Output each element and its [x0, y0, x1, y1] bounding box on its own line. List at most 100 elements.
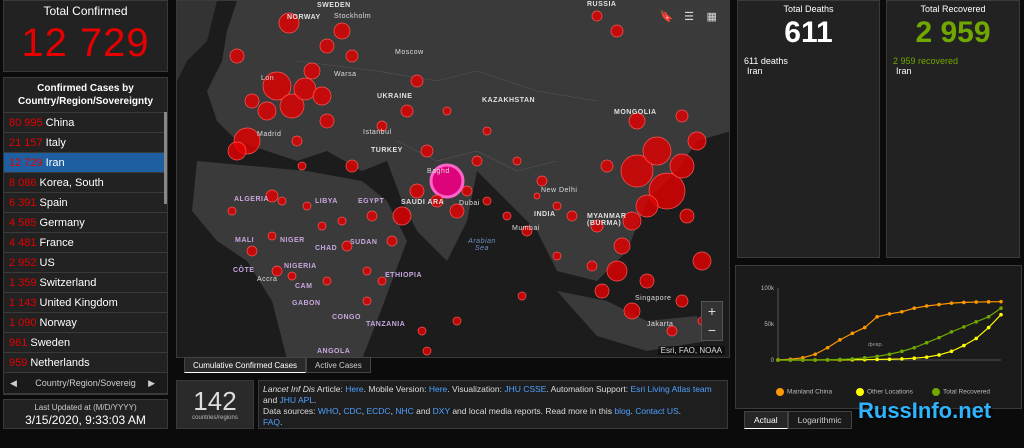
case-bubble[interactable]	[482, 196, 492, 206]
series-point[interactable]	[887, 312, 892, 316]
case-bubble[interactable]	[692, 251, 712, 271]
series-point[interactable]	[912, 356, 917, 360]
tab-country-region[interactable]: Country/Region/Sovereig	[35, 378, 136, 388]
series-point[interactable]	[974, 300, 979, 304]
case-bubble[interactable]	[337, 216, 347, 226]
bookmark-icon[interactable]: 🔖	[655, 6, 678, 28]
country-list-item[interactable]: 1 143 United Kingdom	[4, 292, 167, 312]
grid-icon[interactable]: ▦	[700, 6, 723, 28]
country-list-item[interactable]: 12 729 Iran	[4, 152, 167, 172]
series-point[interactable]	[900, 357, 904, 361]
case-bubble[interactable]	[536, 175, 548, 187]
case-bubble[interactable]	[452, 316, 462, 326]
series-point[interactable]	[937, 353, 941, 357]
series-point[interactable]	[813, 352, 817, 357]
country-list-item[interactable]: 4 585 Germany	[4, 212, 167, 232]
country-list-item[interactable]: 961 Sweden	[4, 332, 167, 352]
case-bubble[interactable]	[297, 161, 307, 171]
series-point[interactable]	[999, 312, 1003, 317]
case-bubble[interactable]	[613, 237, 631, 255]
zoom-in-button[interactable]: +	[702, 302, 722, 321]
case-bubble[interactable]	[586, 260, 598, 272]
case-bubble[interactable]	[502, 211, 512, 221]
case-bubble[interactable]	[461, 185, 473, 197]
case-bubble[interactable]	[675, 109, 689, 123]
country-list-item[interactable]: 8 086 Korea, South	[4, 172, 167, 192]
series-point[interactable]	[788, 358, 793, 362]
tab-active-cases[interactable]: Active Cases	[306, 357, 371, 373]
esri-link[interactable]: Esri Living Atlas team	[630, 384, 711, 394]
list-icon[interactable]: ☰	[678, 6, 701, 28]
series-point[interactable]	[875, 315, 879, 319]
case-bubble[interactable]	[552, 251, 562, 261]
case-bubble[interactable]	[635, 194, 659, 218]
case-bubble[interactable]	[244, 93, 260, 109]
case-bubble[interactable]	[267, 231, 277, 241]
prev-tab-icon[interactable]: ◀	[10, 373, 17, 393]
tab-logarithmic[interactable]: Logarithmic	[787, 411, 852, 429]
article-link[interactable]: Here	[345, 384, 363, 394]
mobile-link[interactable]: Here	[429, 384, 447, 394]
case-bubble[interactable]	[291, 135, 303, 147]
series-point[interactable]	[924, 355, 929, 359]
jhu-apl-link[interactable]: JHU APL	[280, 395, 315, 405]
series-point[interactable]	[838, 338, 842, 342]
series-point[interactable]	[850, 357, 855, 361]
case-bubble[interactable]	[410, 74, 424, 88]
case-bubble[interactable]	[227, 141, 247, 161]
series-point[interactable]	[986, 325, 991, 330]
map-view[interactable]: RUSSIA NORWAY SWEDEN Stockholm Moscow Wa…	[176, 0, 730, 358]
country-list-item[interactable]: 2 952 US	[4, 252, 167, 272]
case-bubble[interactable]	[319, 38, 335, 54]
case-bubble[interactable]	[392, 206, 412, 226]
case-bubble[interactable]	[482, 126, 492, 136]
case-bubble[interactable]	[317, 221, 327, 231]
country-list-item[interactable]: 21 157 Italy	[4, 132, 167, 152]
case-bubble[interactable]	[400, 104, 414, 118]
case-bubble[interactable]	[669, 153, 695, 179]
series-point[interactable]	[862, 356, 867, 360]
series-point[interactable]	[974, 336, 979, 341]
case-bubble[interactable]	[409, 183, 425, 199]
country-list-item[interactable]: 4 481 France	[4, 232, 167, 252]
who-link[interactable]: WHO	[318, 406, 339, 416]
case-bubble[interactable]	[345, 49, 359, 63]
series-point[interactable]	[937, 335, 941, 340]
case-bubble[interactable]	[533, 192, 541, 200]
series-point[interactable]	[999, 299, 1003, 304]
case-bubble[interactable]	[566, 210, 578, 222]
case-bubble[interactable]	[322, 276, 332, 286]
series-point[interactable]	[924, 340, 929, 345]
country-list-item[interactable]: 1 359 Switzerland	[4, 272, 167, 292]
series-point[interactable]	[949, 301, 954, 305]
case-bubble[interactable]	[623, 302, 641, 320]
case-bubble[interactable]	[277, 196, 287, 206]
case-bubble[interactable]	[679, 208, 695, 224]
series-point[interactable]	[813, 358, 817, 362]
blog-link[interactable]: blog	[614, 406, 630, 416]
series-point[interactable]	[962, 343, 966, 348]
series-point[interactable]	[887, 352, 892, 357]
case-bubble[interactable]	[417, 326, 427, 336]
case-bubble[interactable]	[271, 265, 283, 277]
country-list-item[interactable]: 959 Netherlands	[4, 352, 167, 372]
country-list-item[interactable]: 1 090 Norway	[4, 312, 167, 332]
country-list-item[interactable]: 80 995 China	[4, 112, 167, 132]
case-bubble[interactable]	[345, 159, 359, 173]
case-bubble[interactable]	[227, 206, 237, 216]
faq-link[interactable]: FAQ	[263, 417, 280, 427]
case-bubble[interactable]	[675, 294, 689, 308]
series-point[interactable]	[949, 349, 954, 354]
series-point[interactable]	[776, 358, 780, 362]
case-bubble[interactable]	[362, 296, 372, 306]
case-bubble[interactable]	[552, 201, 562, 211]
series-point[interactable]	[900, 309, 904, 314]
case-bubble[interactable]	[229, 48, 245, 64]
series-point[interactable]	[924, 304, 929, 308]
series-point[interactable]	[825, 357, 830, 362]
case-bubble[interactable]	[246, 245, 258, 257]
dxy-link[interactable]: DXY	[433, 406, 450, 416]
case-bubble[interactable]	[687, 131, 707, 151]
case-bubble[interactable]	[333, 22, 351, 40]
country-list-item[interactable]: 6 391 Spain	[4, 192, 167, 212]
